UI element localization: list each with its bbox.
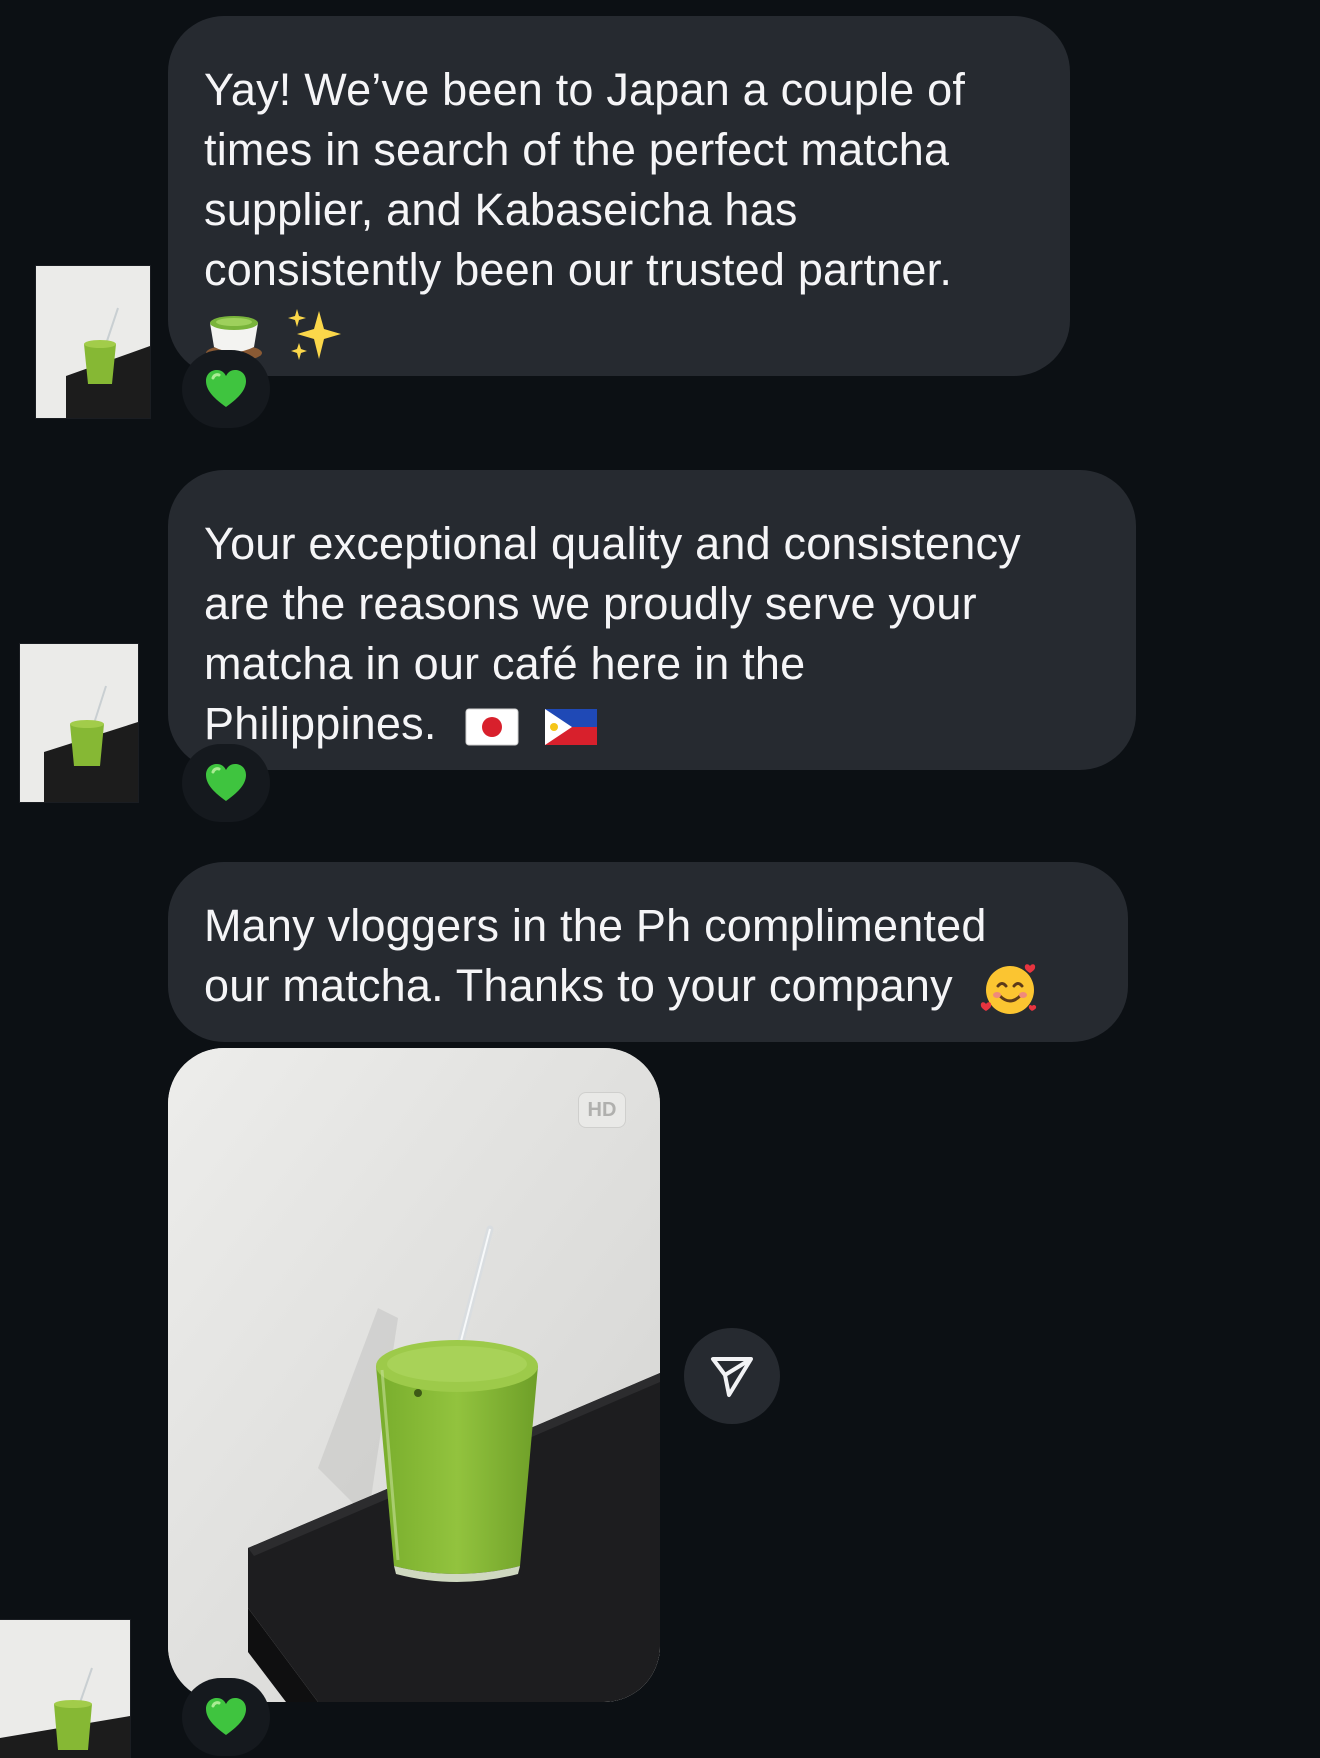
sender-avatar[interactable] xyxy=(0,1620,130,1758)
japan-flag-emoji xyxy=(465,708,519,746)
avatar-photo-matcha xyxy=(36,266,150,418)
avatar-photo-matcha xyxy=(0,1620,130,1758)
message-line: times in search of the perfect matcha xyxy=(204,124,950,175)
sparkles-emoji xyxy=(287,309,341,361)
message-line: Many vloggers in the Ph complimented xyxy=(204,900,987,951)
message-line: Yay! We’ve been to Japan a couple of xyxy=(204,64,966,115)
sender-avatar[interactable] xyxy=(20,644,138,802)
message-line: are the reasons we proudly serve your xyxy=(204,578,977,629)
shared-photo[interactable]: HD xyxy=(168,1048,660,1702)
reaction-badge[interactable] xyxy=(182,350,270,428)
hd-badge: HD xyxy=(578,1092,626,1128)
message-line: our matcha. Thanks to your company xyxy=(204,960,953,1011)
message-line: Your exceptional quality and consistency xyxy=(204,518,1021,569)
message-line: matcha in our café here in the xyxy=(204,638,806,689)
message-bubble[interactable]: Your exceptional quality and consistency… xyxy=(168,470,1136,770)
green-heart-icon xyxy=(206,370,246,407)
send-icon xyxy=(711,1357,753,1397)
message-bubble[interactable]: Yay! We’ve been to Japan a couple of tim… xyxy=(168,16,1070,376)
matcha-drink-photo xyxy=(168,1048,660,1702)
green-heart-icon xyxy=(206,764,246,801)
green-heart-icon xyxy=(206,1698,246,1735)
smiling-face-with-hearts-emoji xyxy=(980,964,1036,1015)
reaction-badge[interactable] xyxy=(182,1678,270,1756)
philippines-flag-emoji xyxy=(544,709,597,746)
share-button[interactable] xyxy=(684,1328,780,1424)
sender-avatar[interactable] xyxy=(36,266,150,418)
message-bubble[interactable]: Many vloggers in the Ph complimented our… xyxy=(168,862,1128,1042)
avatar-photo-matcha xyxy=(20,644,138,802)
message-line: consistently been our trusted partner. xyxy=(204,244,953,295)
reaction-badge[interactable] xyxy=(182,744,270,822)
message-line: Philippines. xyxy=(204,698,437,749)
message-line: supplier, and Kabaseicha has xyxy=(204,184,798,235)
